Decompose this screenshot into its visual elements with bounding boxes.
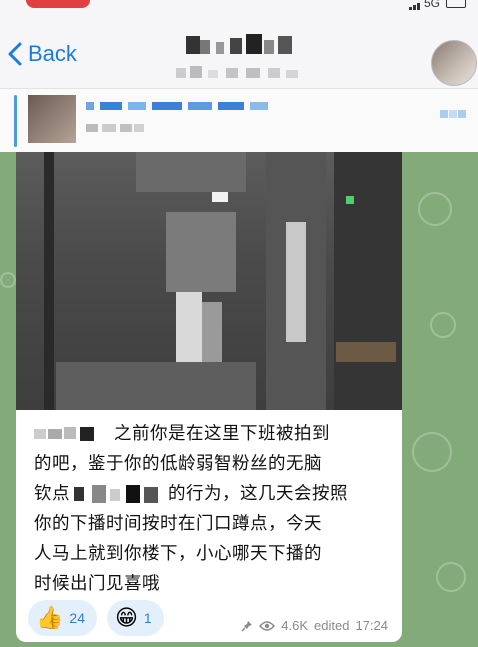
edited-label: edited [314,618,350,633]
network-label: 5G [423,0,440,10]
channel-subtitle-redacted [176,66,298,78]
background-doodle [412,432,452,472]
message-text: 之前你是在这里下班被拍到 的吧，鉴于你的低龄弱智粉丝的无脑 钦点 的行为，这几天… [34,418,390,598]
reaction-count: 24 [69,610,85,626]
message-line: 时候出门见喜哦 [34,573,160,593]
message-line: 你的下播时间按时在门口蹲点，今天 [34,513,322,533]
back-label: Back [28,41,77,66]
pin-icon [241,620,253,632]
view-count: 4.6K [281,618,309,633]
channel-avatar[interactable] [431,40,477,86]
status-right: 5G [408,0,466,10]
message-time: 17:24 [355,618,388,633]
pinned-thumbnail [28,95,76,143]
battery-icon [446,0,466,8]
message-line: 之前你是在这里下班被拍到 [114,423,330,443]
message-meta: 4.6K edited 17:24 [241,618,388,633]
pinned-subtitle-redacted [86,124,144,132]
pinned-indicator [14,95,17,147]
message-line: 人马上就到你楼下，小心哪天下播的 [34,543,322,563]
reaction-grin[interactable]: 😁 1 [106,600,164,636]
thumbs-up-icon: 👍 [36,605,64,630]
redacted-text [74,485,158,504]
message-line: 钦点 [34,483,70,503]
message-photo[interactable] [16,152,402,410]
grin-icon: 😁 [114,605,138,630]
channel-title-redacted [186,34,292,54]
back-button[interactable]: Back [8,41,77,67]
message-line: 的行为，这几天会按照 [168,483,348,503]
status-bar: 5G [0,0,478,14]
reaction-thumbs-up[interactable]: 👍 24 [28,600,97,636]
message-line: 的吧，鉴于你的低龄弱智粉丝的无脑 [34,453,322,473]
signal-icon [408,0,421,10]
redacted-name [34,427,94,442]
eye-icon [259,620,276,631]
pinned-action-redacted [440,110,466,118]
recording-indicator [26,0,90,8]
background-doodle [436,562,466,592]
reactions-row: 👍 24 😁 1 [28,600,164,636]
background-doodle [0,272,16,288]
reaction-count: 1 [143,610,152,626]
background-doodle [430,312,456,338]
back-chevron-icon [8,42,22,66]
pinned-message-bar[interactable] [0,88,478,154]
pinned-title-redacted [86,102,268,110]
background-doodle [418,192,452,226]
message-bubble[interactable]: 之前你是在这里下班被拍到 的吧，鉴于你的低龄弱智粉丝的无脑 钦点 的行为，这几天… [16,152,402,642]
chat-header: Back [0,14,478,88]
